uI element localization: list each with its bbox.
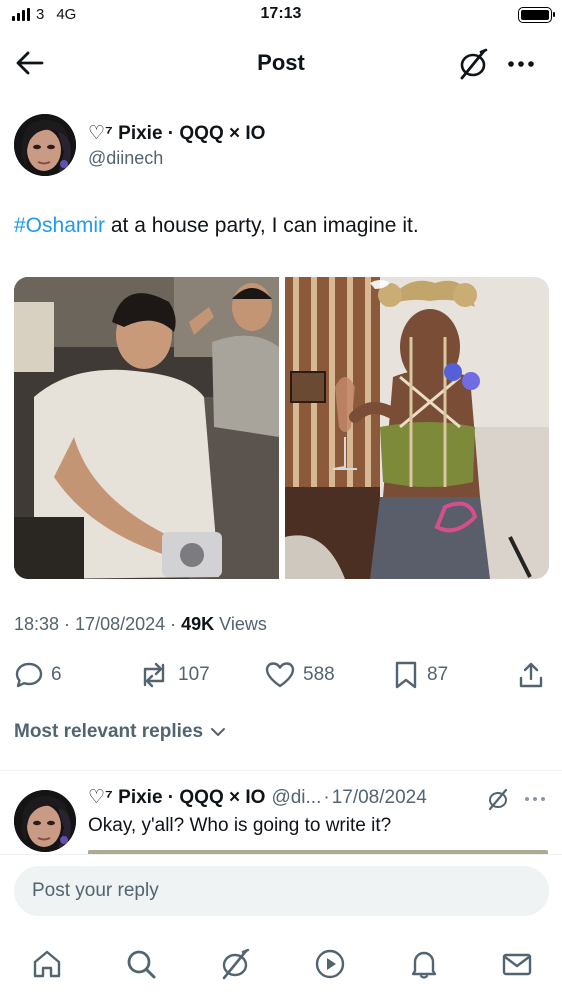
bottom-tab-bar — [0, 940, 562, 988]
photo-men-party — [14, 277, 279, 579]
like-button[interactable]: 588 — [264, 656, 335, 694]
avatar-image — [14, 114, 76, 176]
post-time: 18:38 — [14, 614, 60, 634]
reply-text: Okay, y'all? Who is going to write it? — [88, 815, 392, 836]
post-meta: 18:38 · 17/08/2024 · 49K Views — [14, 614, 267, 635]
reply-count: 6 — [51, 664, 62, 685]
circle-slash-logo-icon — [460, 48, 488, 80]
post-actions: 6 107 588 87 — [0, 656, 562, 696]
top-header: Post — [0, 40, 562, 86]
post-body-text: at a house party, I can imagine it. — [105, 214, 419, 237]
hashtag-link[interactable]: #Oshamir — [14, 214, 105, 237]
author-avatar[interactable] — [14, 114, 76, 176]
divider — [0, 770, 562, 771]
brand-logo-button[interactable] — [455, 46, 491, 82]
post-date: 17/08/2024 — [75, 614, 166, 634]
media-photo-2[interactable] — [284, 277, 550, 579]
share-icon — [519, 662, 543, 688]
meta-separator: · — [323, 786, 330, 808]
like-count: 588 — [303, 664, 335, 685]
search-icon — [127, 950, 156, 979]
tab-home[interactable] — [27, 944, 67, 984]
views-count[interactable]: 49K — [181, 614, 214, 635]
reply-header: ♡⁷ Pixie · QQQ × IO @di... · 17/08/2024 — [88, 786, 427, 809]
repost-count: 107 — [178, 664, 210, 685]
author-display-name[interactable]: ♡⁷ Pixie · QQQ × IO — [88, 122, 265, 145]
tab-search[interactable] — [121, 944, 161, 984]
author-handle[interactable]: @diinech — [88, 148, 163, 169]
replies-sort-dropdown[interactable]: Most relevant replies — [14, 721, 227, 743]
avatar-image — [14, 790, 76, 852]
reply-author-avatar[interactable] — [14, 790, 76, 852]
reply-button[interactable]: 6 — [14, 656, 62, 694]
meta-separator: · — [64, 614, 71, 634]
reply-brand-icon-button[interactable] — [485, 786, 511, 812]
heart-icon — [265, 662, 295, 688]
repost-icon — [143, 662, 165, 688]
bell-icon — [411, 951, 437, 979]
share-button[interactable] — [516, 656, 546, 694]
status-time: 17:13 — [260, 5, 302, 22]
divider — [0, 854, 562, 855]
reply-date: 17/08/2024 — [331, 786, 427, 808]
tab-notifications[interactable] — [404, 944, 444, 984]
mail-icon — [502, 953, 532, 976]
views-label: Views — [219, 614, 267, 634]
status-bar: 3 4G 17:13 — [0, 0, 562, 30]
post-media — [14, 277, 549, 579]
bookmark-count: 87 — [427, 664, 449, 685]
tab-video[interactable] — [310, 944, 350, 984]
home-icon — [33, 950, 61, 978]
meta-separator: · — [170, 614, 177, 634]
reply-author-name[interactable]: ♡⁷ Pixie · QQQ × IO — [88, 786, 265, 809]
photo-woman-wine — [284, 277, 549, 579]
tab-messages[interactable] — [497, 944, 537, 984]
reply-composer[interactable] — [14, 866, 549, 916]
arrow-left-icon — [16, 51, 44, 75]
bookmark-icon — [395, 661, 417, 689]
bookmark-button[interactable]: 87 — [392, 656, 448, 694]
reply-author-handle[interactable]: @di... — [271, 787, 321, 809]
circle-slash-logo-icon — [222, 948, 250, 980]
circle-slash-logo-icon — [488, 788, 508, 811]
repost-button[interactable]: 107 — [137, 656, 210, 694]
chevron-down-icon — [211, 728, 226, 736]
more-horizontal-icon — [508, 61, 534, 67]
reply-input[interactable] — [14, 866, 549, 916]
more-options-button[interactable] — [503, 46, 539, 82]
post-text: #Oshamir at a house party, I can imagine… — [14, 214, 419, 238]
play-icon — [315, 949, 345, 979]
replies-sort-label: Most relevant replies — [14, 721, 204, 742]
media-photo-1[interactable] — [14, 277, 279, 579]
battery-icon — [518, 7, 555, 23]
back-button[interactable] — [14, 48, 48, 78]
tab-brand[interactable] — [215, 944, 255, 984]
reply-bubble-icon — [15, 662, 43, 688]
reply-more-button[interactable] — [522, 786, 548, 812]
more-horizontal-icon — [525, 797, 545, 801]
